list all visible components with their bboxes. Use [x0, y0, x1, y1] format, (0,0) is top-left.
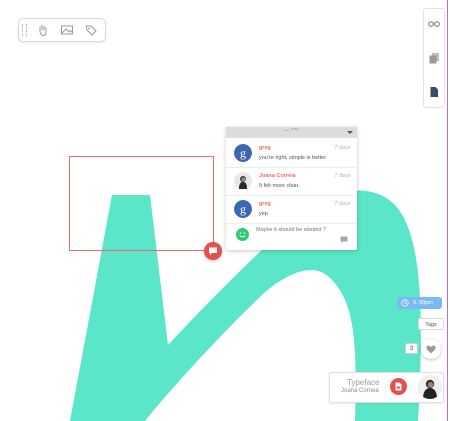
- pages-icon: [429, 53, 439, 64]
- comment-item: g greg 7 days yep: [226, 196, 357, 224]
- like-button[interactable]: [421, 339, 441, 359]
- speech-bubble-icon: [340, 236, 348, 244]
- pdf-export-button[interactable]: [390, 378, 407, 395]
- comment-marker-button[interactable]: [204, 242, 222, 260]
- comment-author[interactable]: Joana Correia: [259, 173, 296, 179]
- user-photo-avatar: [234, 172, 252, 190]
- svg-text:g: g: [240, 146, 246, 160]
- document-button[interactable]: [427, 85, 441, 99]
- document-owner: Joana Correia: [341, 388, 379, 394]
- comment-text: yep: [259, 211, 268, 217]
- comment-item: g greg 7 days you're right, simple is be…: [226, 140, 357, 168]
- comment-time: 7 days: [334, 201, 351, 207]
- document-card[interactable]: Typeface Joana Correia: [329, 372, 444, 403]
- comment-text: It felt more clear.: [259, 183, 300, 189]
- document-name: Typeface: [347, 378, 380, 387]
- comment-author[interactable]: greg: [259, 145, 271, 151]
- tags-button[interactable]: Tags: [418, 318, 444, 330]
- file-icon: [395, 382, 402, 391]
- document-icon: [430, 87, 438, 97]
- google-avatar: g: [234, 144, 252, 162]
- drag-handle[interactable]: [22, 24, 27, 36]
- tool-palette: [18, 18, 106, 42]
- comment-time: 7 days: [334, 173, 351, 179]
- chevron-down-icon[interactable]: [347, 131, 353, 134]
- tag-tool-button[interactable]: [83, 22, 99, 38]
- google-avatar: g: [234, 200, 252, 218]
- like-count: 3: [405, 343, 418, 354]
- comment-author[interactable]: greg: [259, 201, 271, 207]
- send-comment-button[interactable]: [340, 231, 348, 244]
- reply-input[interactable]: [256, 227, 336, 233]
- selection-box[interactable]: [69, 156, 214, 251]
- reply-row: [226, 224, 357, 250]
- image-icon: [61, 25, 73, 35]
- status-badge-label: 0. 00pm: [413, 300, 433, 306]
- pages-button[interactable]: [427, 51, 441, 65]
- hand-tool-button[interactable]: [35, 22, 51, 38]
- right-sidebar: [423, 8, 445, 108]
- comment-time: 7 days: [334, 145, 351, 151]
- preview-button[interactable]: [427, 17, 441, 31]
- status-badge[interactable]: 0. 00pm: [397, 297, 442, 309]
- canvas-artwork: [70, 190, 421, 421]
- hand-icon: [39, 25, 47, 37]
- smiley-icon: [236, 228, 249, 241]
- heart-icon: [426, 345, 436, 354]
- thread-header-hint: — ***: [284, 128, 299, 134]
- comment-item: Joana Correia 7 days It felt more clear.: [226, 168, 357, 196]
- comment-text: you're right, simple is better: [259, 155, 327, 161]
- thread-header[interactable]: — ***: [226, 127, 357, 138]
- glasses-icon: [428, 21, 440, 27]
- clock-icon: [401, 299, 409, 307]
- svg-text:g: g: [240, 202, 246, 216]
- window-edge: [447, 0, 448, 421]
- owner-avatar[interactable]: [418, 375, 442, 399]
- comment-thread-panel: — *** g greg 7 days you're right, simple…: [226, 127, 357, 250]
- speech-bubble-icon: [209, 247, 217, 255]
- image-tool-button[interactable]: [59, 22, 75, 38]
- tag-icon: [85, 25, 97, 36]
